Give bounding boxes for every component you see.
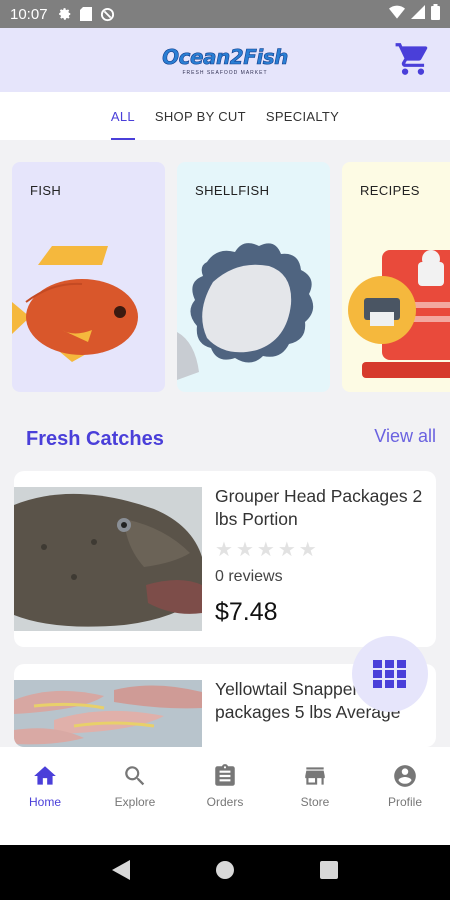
recents-icon[interactable] [319,861,338,884]
status-time: 10:07 [10,5,48,23]
product-name: Grouper Head Packages 2 lbs Portion [215,486,423,529]
home-circle-icon[interactable] [215,860,235,885]
battery-icon [431,4,440,24]
product-image [14,680,202,747]
profile-icon [394,765,416,787]
recipe-printer-icon [348,250,450,378]
nav-item-explore[interactable]: Explore [90,747,180,845]
logo-text: Ocean2Fish [162,44,289,69]
product-info: Grouper Head Packages 2 lbs Portion ★ ★ … [215,485,430,627]
signal-icon [411,5,425,23]
gear-icon [58,7,72,21]
fish-icon [12,246,138,362]
category-carousel[interactable]: FISH SHELLFISH RECIPES [12,162,450,394]
nav-label: Home [28,795,61,809]
review-count: 0 reviews [215,568,283,585]
nav-item-store[interactable]: Store [270,747,360,845]
wifi-icon [389,5,405,23]
product-card[interactable]: Grouper Head Packages 2 lbs Portion ★ ★ … [14,471,436,647]
nav-label: Profile [387,795,422,809]
rating-stars: ★ ★ ★ ★ ★ [215,540,430,560]
search-icon [125,766,145,786]
category-tabs: ALL SHOP BY CUT SPECIALTY [0,92,450,140]
star-icon: ★ [215,539,233,561]
tab-specialty[interactable]: SPECIALTY [256,92,349,140]
grid-menu-button[interactable] [352,636,428,712]
section-title-fresh-catches: Fresh Catches [26,428,164,450]
home-icon [34,766,56,785]
sync-icon [100,7,115,22]
nav-item-orders[interactable]: Orders [180,747,270,845]
bottom-navigation: Home Explore Orders Store Profile [0,747,450,845]
category-card-shellfish[interactable]: SHELLFISH [177,162,330,392]
status-bar: 10:07 [0,0,450,28]
nav-item-profile[interactable]: Profile [360,747,450,845]
store-icon [305,767,325,785]
category-card-recipes[interactable]: RECIPES [342,162,450,392]
sd-card-icon [79,7,92,21]
oyster-icon [177,243,314,380]
star-icon: ★ [235,539,254,561]
category-card-fish[interactable]: FISH [12,162,165,392]
nav-label: Explore [114,795,156,809]
star-icon: ★ [277,539,296,561]
app-header: Ocean2Fish FRESH SEAFOOD MARKET [0,28,450,92]
clipboard-icon [215,764,235,786]
star-icon: ★ [298,539,317,561]
product-image [14,487,202,631]
system-navigation-bar [0,845,450,900]
product-price: $7.48 [215,598,278,626]
logo-tagline: FRESH SEAFOOD MARKET [182,69,268,76]
grid-icon [373,660,406,688]
nav-label: Store [300,795,330,809]
ocean2fish-logo[interactable]: Ocean2Fish FRESH SEAFOOD MARKET [162,44,289,76]
nav-item-home[interactable]: Home [0,747,90,845]
tab-shop-by-cut[interactable]: SHOP BY CUT [145,92,256,140]
cart-icon[interactable] [394,40,432,78]
tab-all[interactable]: ALL [101,92,145,140]
view-all-link[interactable]: View all [374,426,436,447]
back-icon[interactable] [112,860,131,885]
star-icon: ★ [256,539,275,561]
nav-label: Orders [206,795,244,809]
